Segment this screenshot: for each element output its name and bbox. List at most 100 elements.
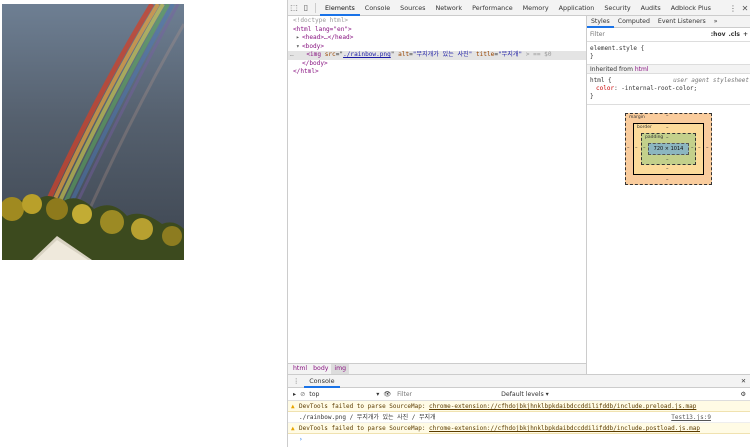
console-settings-icon[interactable]: ⚙ [740,391,746,398]
warning-1-link[interactable]: chrome-extension://cfhdojbkjhnklbpkdaibd… [429,403,696,410]
dom-line-html-close[interactable]: </html> [288,68,586,77]
img-src-attr: src [324,51,336,58]
html-close-tag: </html> [293,68,319,75]
tab-application[interactable]: Application [554,0,600,16]
prompt-chevron-icon: › [299,436,303,443]
padding-top-value[interactable]: – [666,135,669,141]
dom-line-body[interactable]: ▾ <body> [288,43,586,52]
padding-left-value[interactable]: – [643,145,646,151]
tab-audits[interactable]: Audits [636,0,666,16]
tab-event-listeners[interactable]: Event Listeners [654,16,710,28]
element-style-close: } [590,53,594,60]
padding-bottom-value[interactable]: – [666,157,669,163]
border-top-value[interactable]: – [666,125,669,131]
tab-styles[interactable]: Styles [587,16,614,28]
console-toolbar: ▸ ⊘ top ▾ 👁 Default levels ▾ ⚙ [288,388,750,401]
dom-line-html[interactable]: <html lang="en"> [288,26,586,35]
margin-left-value[interactable]: – [627,145,630,151]
styles-filter-input[interactable] [590,31,690,38]
console-warning-1: ▲ DevTools failed to parse SourceMap: ch… [288,401,750,412]
inherited-header: Inherited from html [587,64,750,74]
console-warning-2: ▲ DevTools failed to parse SourceMap: ch… [288,423,750,434]
close-drawer-icon[interactable]: ✕ [741,378,746,385]
hov-button[interactable]: :hov [711,31,726,38]
selection-marker: … [290,51,294,58]
dom-line-body-close[interactable]: </body> [288,60,586,69]
dom-line-doctype[interactable]: <!doctype html> [288,17,586,26]
margin-bottom-value[interactable]: – [666,177,669,183]
border-label: border [637,125,652,130]
inherited-from-link[interactable]: html [635,66,649,73]
margin-right-value[interactable]: – [706,145,709,151]
clear-console-icon[interactable]: ⊘ [300,391,305,398]
tabbar-divider [315,2,316,13]
tab-network[interactable]: Network [430,0,467,16]
html-selector: html { [590,77,612,84]
tab-security[interactable]: Security [599,0,635,16]
context-value: top [309,390,320,398]
padding-right-value[interactable]: – [691,145,694,151]
inherited-label: Inherited from [590,66,633,73]
img-title-attr: title [476,51,495,58]
close-devtools-icon[interactable]: ✕ [739,4,750,13]
context-selector[interactable]: top ▾ [309,391,379,398]
box-model-diagram: margin border padding 720 × 1014 – – – –… [625,113,712,185]
more-tabs-icon[interactable]: » [710,16,722,28]
tab-console[interactable]: Console [360,0,395,16]
img-alt-attr: alt [398,51,410,58]
box-content[interactable]: 720 × 1014 [648,143,689,155]
element-style-selector[interactable]: element.style { [587,45,750,53]
inspect-element-icon[interactable]: ⬚ [288,0,300,16]
more-options-icon[interactable]: ⋮ [727,4,739,13]
border-bottom-value[interactable]: – [666,166,669,172]
img-src-link[interactable]: ./rainbow.png [343,51,391,58]
color-declaration[interactable]: color: -internal-root-color; [587,85,750,93]
device-toolbar-icon[interactable]: ▯ [300,0,312,16]
tab-memory[interactable]: Memory [518,0,554,16]
margin-top-value[interactable]: – [666,113,669,119]
tab-computed[interactable]: Computed [614,16,654,28]
img-tag-name: img [310,51,322,58]
border-left-value[interactable]: – [635,145,638,151]
head-tag: <head>…</head> [302,34,354,41]
dom-line-head[interactable]: ▸ <head>…</head> [288,34,586,43]
html-open-tag: <html lang="en"> [293,25,352,33]
console-filter-input[interactable] [397,390,498,398]
show-sidebar-icon[interactable]: ▸ [293,391,296,398]
ua-stylesheet-label: user agent stylesheet [673,77,749,84]
warning-1-prefix: DevTools failed to parse SourceMap: [299,403,430,410]
styles-pane: Styles Computed Event Listeners » :hov .… [587,16,750,374]
warning-icon: ▲ [291,425,295,432]
warning-2-link[interactable]: chrome-extension://cfhdojbkjhnklbpkdaibd… [429,425,700,432]
color-property: color [596,85,615,92]
rainbow-photo [2,4,184,260]
breadcrumb-html[interactable]: html [290,364,310,374]
img-alt-value: "무지개가 있는 사진" [412,51,473,58]
context-dropdown-icon: ▾ [376,390,380,398]
tab-sources[interactable]: Sources [395,0,430,16]
border-right-value[interactable]: – [698,145,701,151]
breadcrumb-img[interactable]: img [331,364,350,374]
live-expression-icon[interactable]: 👁 [383,390,391,398]
console-prompt[interactable]: › [288,434,750,445]
warning-icon: ▲ [291,403,295,410]
styles-filter-bar: :hov .cls + [587,28,750,42]
tab-elements[interactable]: Elements [320,0,360,16]
tab-adblock-plus[interactable]: Adblock Plus [666,0,716,16]
log-levels-dropdown[interactable]: Default levels ▾ [501,391,549,398]
tab-performance[interactable]: Performance [467,0,518,16]
html-rule-selector[interactable]: html { user agent stylesheet [587,77,750,85]
color-value: -internal-root-color; [621,85,698,92]
console-log-1: ./rainbow.png / 무지개가 있는 사진 / 무지개 Test13.… [288,412,750,423]
tab-console-drawer[interactable]: Console [304,375,340,388]
breadcrumb: html body img [288,363,587,374]
dom-line-img-selected[interactable]: … <img src="./rainbow.png" alt="무지개가 있는 … [288,51,586,60]
log-1-source-link[interactable]: Test13.js:9 [671,412,711,423]
cls-button[interactable]: .cls [729,31,740,38]
console-drawer: ⋮ Console ✕ ▸ ⊘ top ▾ 👁 Default levels ▾… [288,374,750,447]
body-open-tag: <body> [302,42,325,50]
breadcrumb-body[interactable]: body [310,364,331,374]
drawer-menu-icon[interactable]: ⋮ [293,378,299,385]
img-title-value: "무지개" [498,51,523,58]
add-rule-button[interactable]: + [743,31,748,38]
